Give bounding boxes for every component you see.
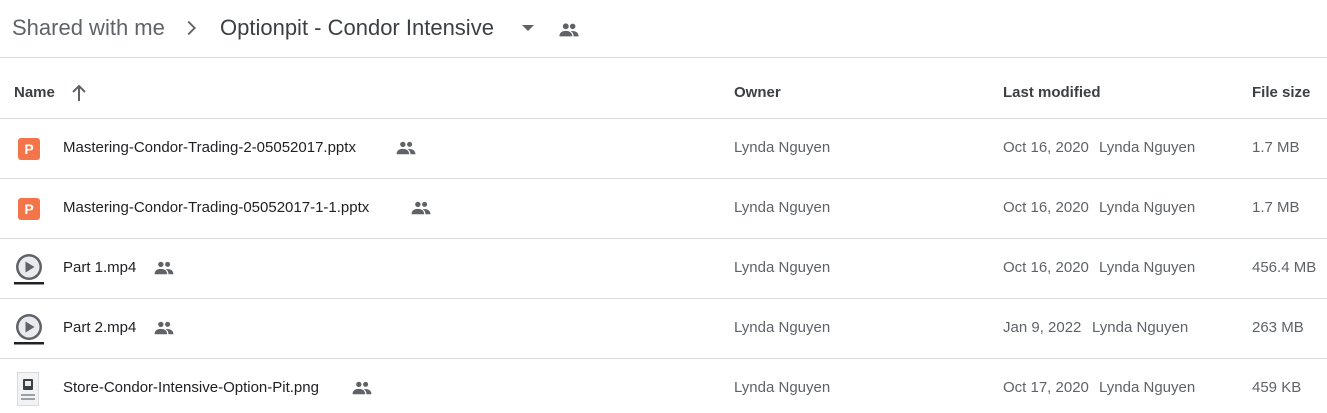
file-modified-by: Lynda Nguyen (1099, 379, 1196, 396)
file-row[interactable]: Part 2.mp4 Lynda Nguyen Jan 9, 2022 Lynd… (0, 299, 1327, 359)
file-name[interactable]: Part 2.mp4 (63, 319, 136, 337)
file-row[interactable]: P Mastering-Condor-Trading-2-05052017.pp… (0, 119, 1327, 179)
file-size: 1.7 MB (1252, 199, 1300, 216)
column-header-last-modified[interactable]: Last modified (1003, 84, 1101, 102)
file-modified-by: Lynda Nguyen (1099, 199, 1196, 216)
people-icon (154, 261, 174, 275)
file-modified-by: Lynda Nguyen (1099, 139, 1196, 156)
column-header-name[interactable]: Name (14, 84, 55, 102)
arrow-up-icon[interactable] (70, 83, 88, 103)
people-icon[interactable] (557, 19, 581, 41)
powerpoint-icon: P (17, 137, 41, 161)
file-size: 1.7 MB (1252, 139, 1300, 156)
people-icon (352, 381, 372, 395)
file-name[interactable]: Part 1.mp4 (63, 259, 136, 277)
file-modified-date: Jan 9, 2022 (1003, 319, 1082, 336)
file-row[interactable]: Store-Condor-Intensive-Option-Pit.png Ly… (0, 359, 1327, 413)
file-modified-by: Lynda Nguyen (1092, 319, 1189, 336)
people-icon (154, 321, 174, 335)
file-size: 459 KB (1252, 379, 1302, 396)
column-header-row: Name Owner Last modified File size (0, 58, 1327, 119)
breadcrumb: Shared with me Optionpit - Condor Intens… (0, 0, 1327, 58)
column-header-file-size[interactable]: File size (1252, 84, 1310, 102)
file-size: 456.4 MB (1252, 259, 1317, 276)
file-modified-date: Oct 17, 2020 (1003, 379, 1089, 396)
file-owner: Lynda Nguyen (734, 199, 831, 216)
file-modified-date: Oct 16, 2020 (1003, 259, 1089, 276)
breadcrumb-current-folder[interactable]: Optionpit - Condor Intensive (220, 14, 494, 42)
image-thumbnail-icon (17, 372, 39, 406)
file-owner: Lynda Nguyen (734, 139, 831, 156)
file-name[interactable]: Store-Condor-Intensive-Option-Pit.png (63, 379, 319, 397)
chevron-right-icon (187, 20, 196, 36)
people-icon (411, 201, 431, 215)
people-icon (396, 141, 416, 155)
file-owner: Lynda Nguyen (734, 379, 831, 396)
file-row[interactable]: Part 1.mp4 Lynda Nguyen Oct 16, 2020 Lyn… (0, 239, 1327, 299)
video-icon (14, 314, 44, 345)
file-modified-date: Oct 16, 2020 (1003, 199, 1089, 216)
breadcrumb-shared-with-me[interactable]: Shared with me (12, 14, 165, 42)
column-header-owner[interactable]: Owner (734, 84, 781, 102)
file-row[interactable]: P Mastering-Condor-Trading-05052017-1-1.… (0, 179, 1327, 239)
caret-down-icon[interactable] (520, 20, 536, 36)
file-owner: Lynda Nguyen (734, 319, 831, 336)
video-icon (14, 254, 44, 285)
file-name[interactable]: Mastering-Condor-Trading-05052017-1-1.pp… (63, 199, 369, 217)
file-size: 263 MB (1252, 319, 1304, 336)
powerpoint-icon: P (17, 197, 41, 221)
file-modified-by: Lynda Nguyen (1099, 259, 1196, 276)
file-modified-date: Oct 16, 2020 (1003, 139, 1089, 156)
file-owner: Lynda Nguyen (734, 259, 831, 276)
drive-file-list: Shared with me Optionpit - Condor Intens… (0, 0, 1327, 413)
file-name[interactable]: Mastering-Condor-Trading-2-05052017.pptx (63, 139, 356, 157)
